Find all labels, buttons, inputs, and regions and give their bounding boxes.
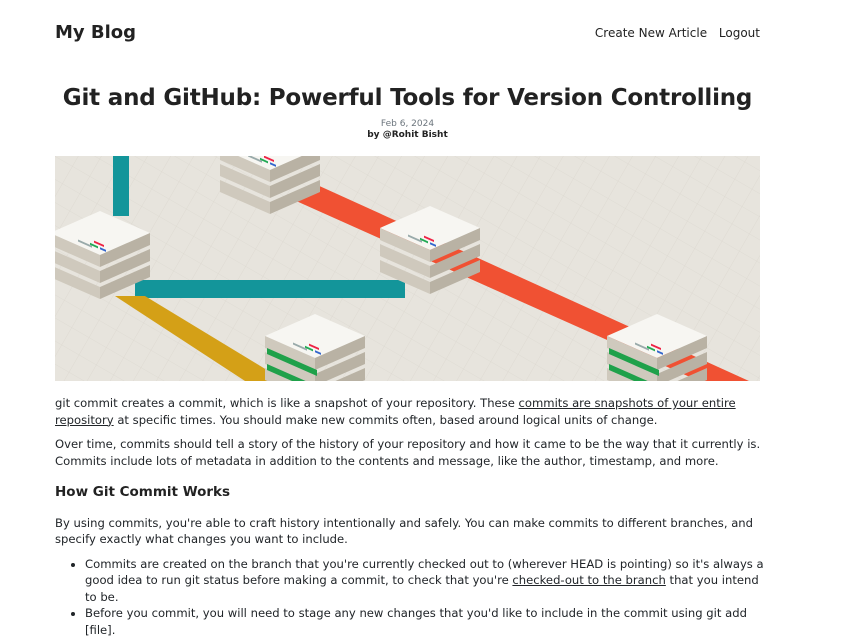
list-item: Commits are created on the branch that y… xyxy=(85,556,765,606)
paragraph-2: Over time, commits should tell a story o… xyxy=(55,436,765,469)
logout-link[interactable]: Logout xyxy=(719,26,760,40)
article-author: by @Rohit Bisht xyxy=(0,130,815,140)
section-heading: How Git Commit Works xyxy=(55,484,765,501)
checked-out-branch-link[interactable]: checked-out to the branch xyxy=(512,573,665,587)
teal-branch-horizontal xyxy=(135,280,405,298)
article-title: Git and GitHub: Powerful Tools for Versi… xyxy=(0,85,815,111)
bullet-list: Commits are created on the branch that y… xyxy=(55,556,765,638)
site-brand[interactable]: My Blog xyxy=(55,22,136,43)
article-hero-image xyxy=(55,156,760,381)
create-article-link[interactable]: Create New Article xyxy=(595,26,707,40)
list-item: Before you commit, you will need to stag… xyxy=(85,605,765,638)
p1-text-before: git commit creates a commit, which is li… xyxy=(55,396,519,410)
author-name: @Rohit Bisht xyxy=(383,130,448,140)
teal-branch-vertical xyxy=(113,156,129,216)
article-body: git commit creates a commit, which is li… xyxy=(55,395,765,638)
author-prefix: by xyxy=(367,130,382,140)
top-nav: Create New Article Logout xyxy=(587,26,760,40)
page: My Blog Create New Article Logout Git an… xyxy=(0,0,849,630)
git-commits-illustration xyxy=(55,156,760,381)
article-date: Feb 6, 2024 xyxy=(0,119,815,129)
paragraph-3: By using commits, you're able to craft h… xyxy=(55,515,765,548)
paragraph-1: git commit creates a commit, which is li… xyxy=(55,395,765,428)
p1-text-after: at specific times. You should make new c… xyxy=(114,413,658,427)
